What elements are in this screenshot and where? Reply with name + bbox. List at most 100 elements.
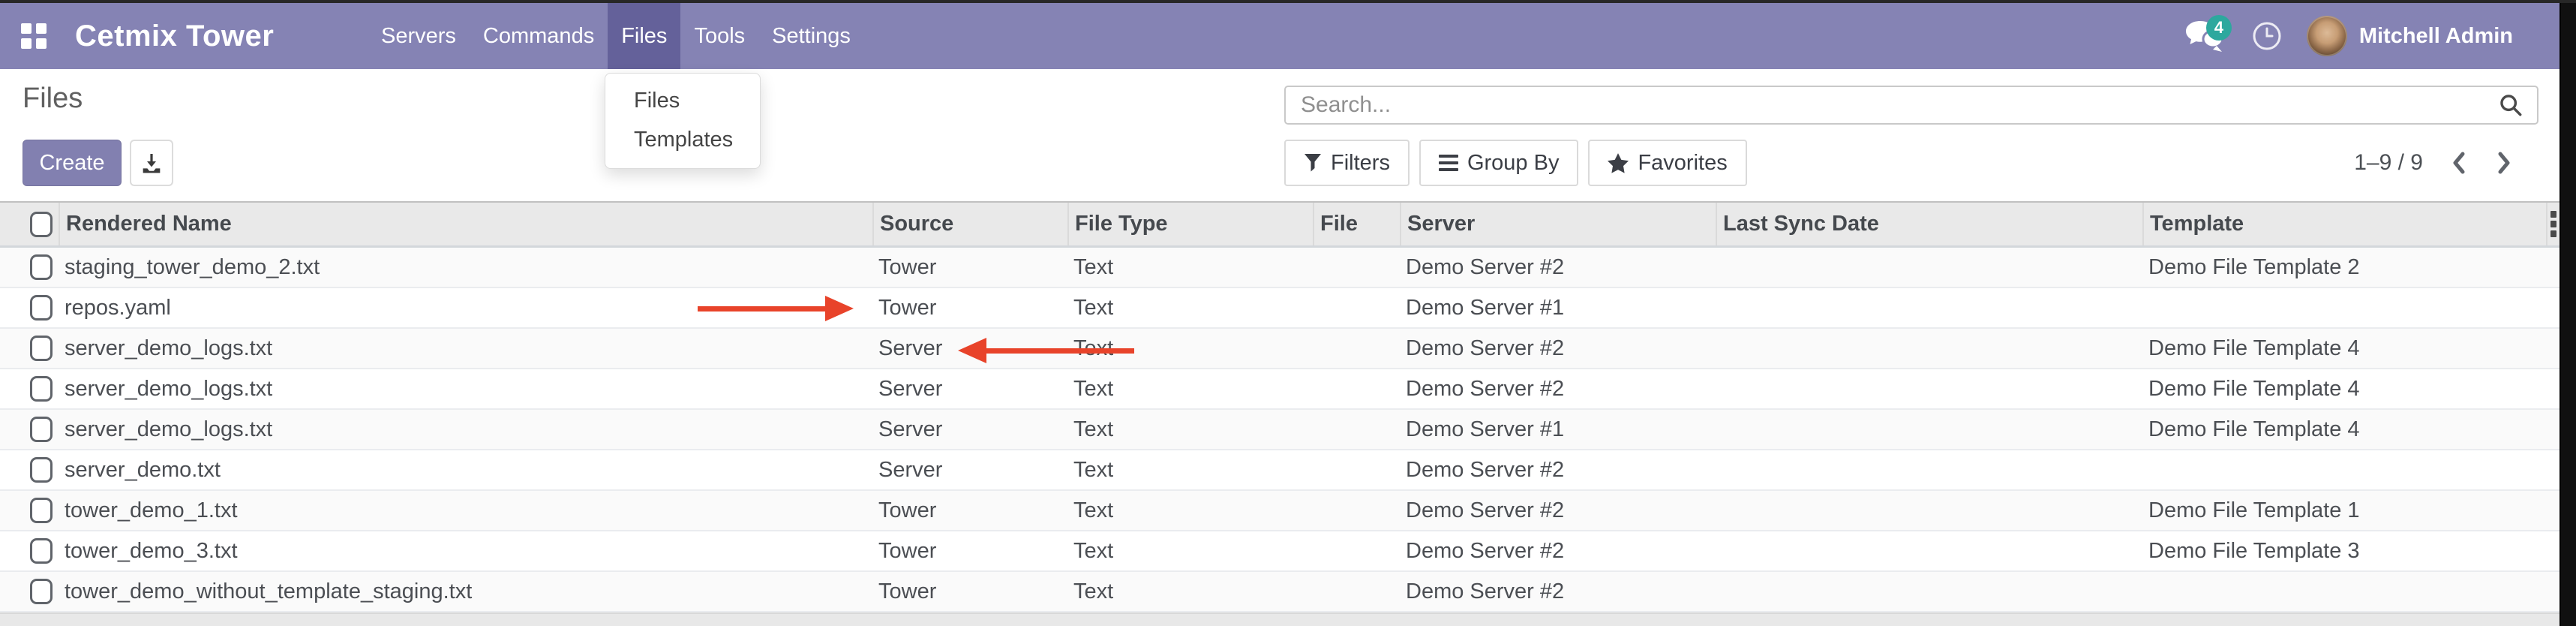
row-checkbox-cell	[0, 579, 59, 604]
activities-button[interactable]	[2250, 19, 2284, 53]
row-checkbox-cell	[0, 376, 59, 402]
table-header: Rendered Name Source File Type File Serv…	[0, 201, 2559, 248]
row-checkbox[interactable]	[30, 254, 53, 280]
export-button[interactable]	[130, 140, 173, 186]
select-all-checkbox[interactable]	[30, 212, 53, 237]
row-checkbox-cell	[0, 295, 59, 321]
cell-server: Demo Server #1	[1400, 296, 1716, 321]
column-header-template[interactable]: Template	[2142, 203, 2546, 245]
table-row[interactable]: tower_demo_1.txtTowerTextDemo Server #2D…	[0, 491, 2559, 531]
column-header-last-sync-date[interactable]: Last Sync Date	[1716, 203, 2142, 245]
group-by-button[interactable]: Group By	[1419, 140, 1579, 186]
table-row[interactable]: server_demo_logs.txtServerTextDemo Serve…	[0, 369, 2559, 410]
chevron-right-icon	[2495, 150, 2513, 176]
clock-icon	[2250, 19, 2284, 53]
download-icon	[140, 151, 164, 175]
cell-template: Demo File Template 2	[2142, 255, 2546, 280]
cell-server: Demo Server #2	[1400, 539, 1716, 564]
table-row[interactable]: server_demo_logs.txtServerTextDemo Serve…	[0, 329, 2559, 369]
cell-file-type: Text	[1067, 579, 1313, 604]
chevron-left-icon	[2450, 150, 2468, 176]
cell-file-type: Text	[1067, 539, 1313, 564]
window-right-edge	[2559, 0, 2576, 626]
cell-rendered-name: tower_demo_without_template_staging.txt	[59, 579, 872, 604]
cell-file-type: Text	[1067, 458, 1313, 483]
row-checkbox[interactable]	[30, 417, 53, 442]
filters-button[interactable]: Filters	[1284, 140, 1410, 186]
app-brand[interactable]: Cetmix Tower	[75, 3, 274, 69]
window-top-edge	[0, 0, 2576, 3]
select-all-cell	[0, 203, 59, 245]
search-submit-button[interactable]	[2498, 92, 2523, 118]
user-menu[interactable]: Mitchell Admin	[2307, 16, 2513, 56]
files-menu-dropdown: Files Templates	[605, 73, 761, 169]
create-button[interactable]: Create	[23, 140, 122, 186]
cell-rendered-name: tower_demo_3.txt	[59, 539, 872, 564]
page-title: Files	[23, 83, 83, 115]
row-checkbox[interactable]	[30, 295, 53, 321]
cell-file-type: Text	[1067, 296, 1313, 321]
menu-item-commands[interactable]: Commands	[470, 3, 608, 69]
favorites-label: Favorites	[1638, 151, 1727, 176]
pager: 1–9 / 9	[2354, 140, 2513, 186]
cell-source: Tower	[872, 498, 1067, 523]
row-checkbox[interactable]	[30, 376, 53, 402]
table-body: staging_tower_demo_2.txtTowerTextDemo Se…	[0, 248, 2559, 612]
cell-server: Demo Server #2	[1400, 336, 1716, 361]
cell-rendered-name: staging_tower_demo_2.txt	[59, 255, 872, 280]
column-header-source[interactable]: Source	[872, 203, 1067, 245]
cell-source: Tower	[872, 296, 1067, 321]
row-checkbox[interactable]	[30, 538, 53, 564]
star-icon	[1608, 153, 1629, 173]
user-name: Mitchell Admin	[2359, 24, 2513, 49]
column-header-file[interactable]: File	[1313, 203, 1400, 245]
magnifier-icon	[2498, 92, 2523, 118]
dropdown-item-files[interactable]: Files	[605, 81, 760, 120]
optional-columns-button[interactable]	[2546, 203, 2559, 245]
control-panel: Files Create Filters	[0, 69, 2559, 201]
cell-server: Demo Server #1	[1400, 417, 1716, 442]
favorites-button[interactable]: Favorites	[1588, 140, 1746, 186]
cell-source: Server	[872, 458, 1067, 483]
table-row[interactable]: repos.yamlTowerTextDemo Server #1	[0, 288, 2559, 329]
table-row[interactable]: server_demo.txtServerTextDemo Server #2	[0, 450, 2559, 491]
cell-source: Server	[872, 417, 1067, 442]
cell-rendered-name: tower_demo_1.txt	[59, 498, 872, 523]
column-header-rendered-name[interactable]: Rendered Name	[59, 203, 872, 245]
pager-next-button[interactable]	[2495, 150, 2513, 176]
row-checkbox-cell	[0, 254, 59, 280]
column-header-server[interactable]: Server	[1400, 203, 1716, 245]
avatar	[2307, 16, 2347, 56]
menu-item-files[interactable]: Files	[608, 3, 680, 69]
messages-button[interactable]: 4	[2184, 17, 2227, 56]
funnel-icon	[1304, 153, 1322, 173]
table-row[interactable]: tower_demo_3.txtTowerTextDemo Server #2D…	[0, 531, 2559, 572]
table-footer-strip	[0, 612, 2559, 626]
search-input[interactable]	[1286, 92, 2498, 119]
table-row[interactable]: staging_tower_demo_2.txtTowerTextDemo Se…	[0, 248, 2559, 288]
table-row[interactable]: server_demo_logs.txtServerTextDemo Serve…	[0, 410, 2559, 450]
cell-template: Demo File Template 4	[2142, 377, 2546, 402]
kebab-icon	[2550, 211, 2556, 237]
apps-grid-icon[interactable]	[21, 23, 47, 49]
menu-item-tools[interactable]: Tools	[680, 3, 758, 69]
menu-item-settings[interactable]: Settings	[758, 3, 864, 69]
cell-source: Server	[872, 336, 1067, 361]
dropdown-item-templates[interactable]: Templates	[605, 120, 760, 159]
pager-range: 1–9 / 9	[2354, 150, 2423, 176]
cell-file-type: Text	[1067, 377, 1313, 402]
table-row[interactable]: tower_demo_without_template_staging.txt T…	[0, 572, 2559, 612]
row-checkbox-cell	[0, 417, 59, 442]
cell-server: Demo Server #2	[1400, 579, 1716, 604]
pager-previous-button[interactable]	[2450, 150, 2468, 176]
row-checkbox[interactable]	[30, 498, 53, 523]
cell-file-type: Text	[1067, 417, 1313, 442]
column-header-file-type[interactable]: File Type	[1067, 203, 1313, 245]
cell-source: Server	[872, 377, 1067, 402]
row-checkbox-cell	[0, 336, 59, 361]
menu-item-servers[interactable]: Servers	[368, 3, 470, 69]
row-checkbox[interactable]	[30, 579, 53, 604]
row-checkbox[interactable]	[30, 336, 53, 361]
group-by-label: Group By	[1467, 151, 1560, 176]
row-checkbox[interactable]	[30, 457, 53, 483]
